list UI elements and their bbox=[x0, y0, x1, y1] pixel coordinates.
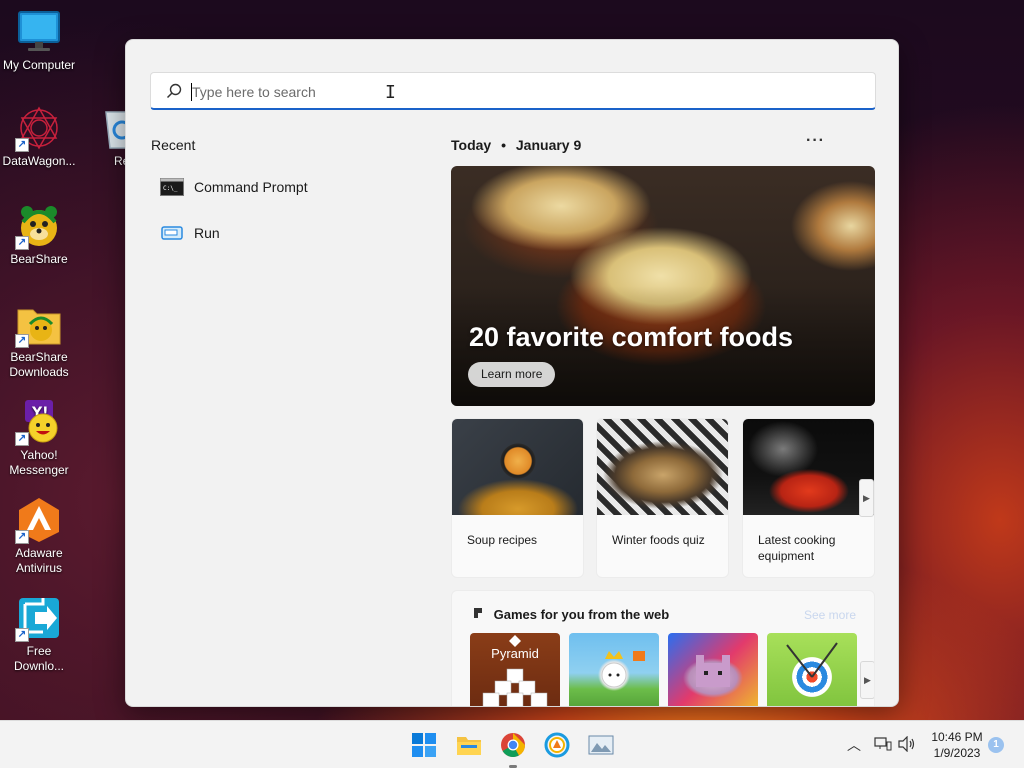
desktop-icon-my-computer[interactable]: My Computer bbox=[0, 8, 78, 73]
yahoo-messenger-icon: Y! ↗ bbox=[15, 398, 63, 446]
desktop-icon-datawagon[interactable]: ↗ DataWagon... bbox=[0, 104, 78, 169]
today-separator: • bbox=[501, 137, 506, 153]
show-hidden-icons-chevron-icon[interactable]: ︿ bbox=[847, 735, 861, 755]
desktop-icon-label: Free Downlo... bbox=[13, 644, 65, 673]
hero-headline: 20 favorite comfort foods bbox=[469, 322, 794, 352]
game-tile-golf[interactable] bbox=[569, 633, 659, 706]
card-soup-recipes[interactable]: Soup recipes bbox=[451, 418, 584, 578]
svg-text:C:\_: C:\_ bbox=[163, 185, 178, 192]
notification-badge[interactable]: 1 bbox=[988, 737, 1004, 753]
recent-item-label: Command Prompt bbox=[194, 179, 308, 195]
clock-time: 10:46 PM bbox=[931, 730, 983, 744]
clock[interactable]: 10:46 PM 1/9/2023 bbox=[924, 729, 990, 761]
taskbar: ︿ 10:46 PM 1/9/2023 1 bbox=[0, 720, 1024, 768]
card-caption: Soup recipes bbox=[467, 533, 538, 547]
desktop-icon-adaware[interactable]: ↗ Adaware Antivirus bbox=[0, 496, 78, 576]
image-viewer-icon[interactable] bbox=[588, 732, 614, 758]
desktop-icon-yahoo-messenger[interactable]: Y! ↗ Yahoo! Messenger bbox=[0, 398, 78, 478]
start-menu: Type here to search I Recent C:\_ Comman… bbox=[125, 39, 899, 707]
pixel-cat-icon bbox=[696, 655, 730, 687]
search-placeholder[interactable]: Type here to search bbox=[192, 84, 316, 100]
card-caption: Latest cooking equipment bbox=[758, 533, 836, 563]
desktop-icon-free-download[interactable]: ↗ Free Downlo... bbox=[0, 594, 78, 674]
clock-date: 1/9/2023 bbox=[933, 746, 981, 760]
desktop-icon-label: BearShare bbox=[10, 252, 68, 266]
games-next-arrow-icon[interactable]: ▶ bbox=[860, 661, 874, 699]
network-icon[interactable] bbox=[874, 737, 892, 751]
command-prompt-icon: C:\_ bbox=[160, 178, 184, 196]
desktop-icon-bearshare-downloads[interactable]: ↗ BearShare Downloads bbox=[0, 300, 78, 380]
shortcut-arrow-icon: ↗ bbox=[15, 138, 29, 152]
shortcut-arrow-icon: ↗ bbox=[15, 530, 29, 544]
game-tile-pixel-cat[interactable] bbox=[668, 633, 758, 706]
games-section: Games for you from the web See more Pyra… bbox=[451, 590, 875, 706]
winter-foods-image bbox=[597, 419, 728, 515]
shortcut-arrow-icon: ↗ bbox=[15, 236, 29, 250]
shortcut-arrow-icon: ↗ bbox=[15, 334, 29, 348]
card-winter-foods-quiz[interactable]: Winter foods quiz bbox=[596, 418, 729, 578]
cards-next-arrow-icon[interactable]: ▶ bbox=[859, 479, 874, 517]
adaware-icon: ↗ bbox=[15, 496, 63, 544]
games-title: Games for you from the web bbox=[472, 607, 669, 622]
datawagon-icon: ↗ bbox=[15, 104, 63, 152]
computer-icon bbox=[15, 8, 63, 56]
chrome-icon[interactable] bbox=[500, 732, 526, 768]
file-explorer-icon[interactable] bbox=[456, 732, 482, 758]
shortcut-arrow-icon: ↗ bbox=[15, 628, 29, 642]
desktop-icon-label: My Computer bbox=[2, 58, 76, 72]
hero-card[interactable]: 20 favorite comfort foods Learn more bbox=[451, 166, 875, 406]
desktop-icon-label: BearShare Downloads bbox=[9, 350, 69, 379]
recent-item-command-prompt[interactable]: C:\_ Command Prompt bbox=[160, 175, 308, 199]
search-box[interactable]: Type here to search I bbox=[150, 72, 876, 110]
game-tile-archery[interactable] bbox=[767, 633, 857, 706]
game-tile-pyramid[interactable]: Pyramid bbox=[470, 633, 560, 706]
desktop-icon-label: DataWagon... bbox=[2, 154, 76, 168]
ibeam-cursor-icon: I bbox=[385, 82, 396, 103]
desktop-icon-bearshare[interactable]: ↗ BearShare bbox=[0, 202, 78, 267]
more-options-icon[interactable]: ··· bbox=[806, 132, 825, 150]
run-icon bbox=[160, 224, 184, 242]
today-header: Today • January 9 bbox=[451, 137, 581, 153]
bearshare-icon: ↗ bbox=[15, 202, 63, 250]
arrows-icon bbox=[786, 642, 838, 678]
shortcut-arrow-icon: ↗ bbox=[15, 432, 29, 446]
desktop-icon-label: Yahoo! Messenger bbox=[9, 448, 69, 477]
search-icon bbox=[166, 83, 182, 99]
see-more-link[interactable]: See more bbox=[804, 608, 856, 622]
today-date: January 9 bbox=[515, 137, 582, 153]
free-download-manager-icon: ↗ bbox=[15, 594, 63, 642]
recent-item-run[interactable]: Run bbox=[160, 221, 220, 245]
bearshare-folder-icon: ↗ bbox=[15, 300, 63, 348]
desktop-icon-label: Adaware Antivirus bbox=[15, 546, 63, 575]
games-icon bbox=[472, 607, 486, 622]
browser-icon[interactable] bbox=[544, 732, 570, 758]
volume-icon[interactable] bbox=[898, 735, 916, 753]
recent-item-label: Run bbox=[194, 225, 220, 241]
start-icon[interactable] bbox=[411, 732, 437, 758]
golf-ball-icon bbox=[601, 651, 645, 688]
cooking-pot-image bbox=[743, 419, 874, 515]
games-title-text: Games for you from the web bbox=[493, 607, 670, 622]
learn-more-button[interactable]: Learn more bbox=[468, 362, 556, 387]
playing-cards-icon bbox=[482, 635, 548, 706]
card-cooking-equipment[interactable]: Latest cooking equipment bbox=[742, 418, 875, 578]
recent-heading: Recent bbox=[151, 137, 196, 153]
today-label: Today bbox=[451, 137, 492, 153]
card-caption: Winter foods quiz bbox=[612, 533, 705, 547]
soup-image bbox=[452, 419, 583, 515]
